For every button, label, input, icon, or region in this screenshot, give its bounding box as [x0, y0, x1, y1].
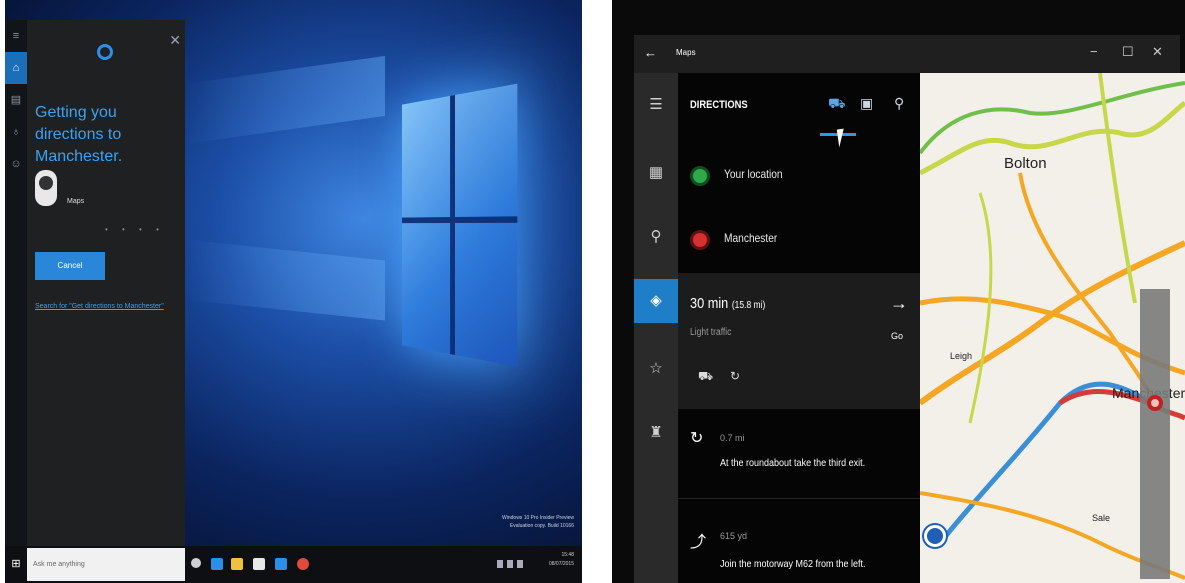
walk-mode-icon[interactable]: ⚲ [894, 95, 904, 112]
drive-mode-icon[interactable]: ⛟ [828, 95, 846, 114]
reminders-icon[interactable]: ♁ [5, 116, 27, 148]
windows-logo-light [401, 83, 518, 367]
route-option[interactable]: 30 min (15.8 mi) Light traffic → Go ⛟ ↻ [678, 273, 920, 409]
window-title: Maps [676, 48, 696, 57]
maps-taskbar-icon[interactable] [275, 558, 287, 570]
maps-app-label: Maps [67, 198, 85, 205]
destination-field[interactable]: Manchester [724, 231, 777, 245]
destination-map-pin-icon[interactable] [1147, 395, 1163, 411]
transit-mode-icon[interactable]: ▣ [860, 95, 873, 112]
maps-app-icon [35, 170, 57, 206]
store-icon[interactable] [253, 558, 265, 570]
start-location-field[interactable]: Your location [724, 167, 783, 181]
hamburger-menu-icon[interactable]: ☰ [634, 83, 678, 127]
directions-panel: DIRECTIONS ⛟ ▣ ⚲ Your location Mancheste… [678, 73, 920, 583]
light-beam [185, 239, 385, 321]
cortana-panel: ✕ Getting you directions to Manchester. … [27, 20, 185, 546]
search-input[interactable]: Ask me anything [27, 548, 185, 581]
mouse-cursor-icon [836, 128, 847, 148]
back-icon[interactable]: ← [644, 45, 657, 60]
close-button[interactable]: ✕ [1152, 44, 1163, 60]
progress-dots: • • • • [105, 225, 165, 234]
maximize-button[interactable]: ☐ [1122, 44, 1134, 60]
volume-icon[interactable] [507, 560, 513, 568]
step-instruction[interactable]: Join the motorway M62 from the left. [720, 559, 866, 570]
chrome-icon[interactable] [297, 558, 309, 570]
directions-heading: DIRECTIONS [690, 99, 748, 111]
car-icon: ⛟ [698, 369, 714, 383]
network-icon[interactable] [497, 560, 503, 568]
favorites-icon[interactable]: ☆ [634, 347, 678, 391]
desktop-screenshot: ≡ ⌂ ▤ ♁ ☺ ✕ Getting you directions to Ma… [5, 0, 582, 583]
search-icon[interactable]: ⚲ [634, 215, 678, 259]
map-label-leigh: Leigh [950, 351, 973, 361]
start-button[interactable]: ⊞ [5, 546, 27, 583]
notebook-icon[interactable]: ▤ [5, 84, 27, 116]
title-bar: ← Maps − ☐ ✕ [634, 35, 1180, 73]
destination-pin-icon [690, 230, 710, 250]
taskbar: ⊞ Ask me anything 15:48 08/07/2015 [5, 546, 582, 583]
map-label-bolton: Bolton [1004, 155, 1047, 172]
file-explorer-icon[interactable] [231, 558, 243, 570]
go-button[interactable]: Go [891, 331, 903, 341]
minimize-button[interactable]: − [1090, 44, 1098, 59]
desktop-watermark: Windows 10 Pro Insider Preview Evaluatio… [502, 515, 574, 529]
edge-icon[interactable] [211, 558, 223, 570]
cortana-rail: ≡ ⌂ ▤ ♁ ☺ [5, 20, 27, 546]
menu-icon[interactable]: ≡ [5, 20, 27, 52]
traffic-cam-icon[interactable]: ♜ [634, 411, 678, 455]
zoom-control[interactable] [1140, 289, 1170, 579]
merge-step-icon: ⤴ [690, 534, 707, 551]
go-arrow-icon[interactable]: → [890, 293, 908, 314]
close-icon[interactable]: ✕ [169, 32, 181, 49]
directions-icon[interactable]: ◈ [634, 279, 678, 323]
step-distance: 615 yd [720, 531, 748, 541]
feedback-icon[interactable]: ☺ [5, 148, 27, 180]
maps-screenshot: ← Maps − ☐ ✕ ☰ ▦ ⚲ ◈ ☆ ♜ DIRECTIONS ⛟ ▣ … [612, 0, 1185, 583]
cancel-button[interactable]: Cancel [35, 252, 105, 280]
step-divider [678, 498, 920, 499]
search-web-link[interactable]: Search for "Get directions to Manchester… [35, 303, 164, 310]
my-location-icon[interactable] [924, 525, 946, 547]
map-view[interactable]: Bolton Leigh Manchester Sale [920, 73, 1185, 583]
cortana-ring-icon [97, 44, 113, 60]
clock[interactable]: 15:48 08/07/2015 [549, 551, 574, 569]
cortana-heading: Getting you directions to Manchester. [35, 104, 123, 165]
roundabout-icon: ↻ [730, 369, 741, 383]
step-instruction[interactable]: At the roundabout take the third exit. [720, 458, 865, 469]
step-distance: 0.7 mi [720, 433, 745, 443]
home-icon[interactable]: ⌂ [5, 52, 27, 84]
traffic-status: Light traffic [690, 327, 732, 338]
battery-icon[interactable] [517, 560, 523, 568]
task-view-icon[interactable] [191, 558, 201, 568]
roundabout-step-icon: ↻ [690, 430, 704, 447]
map-label-sale: Sale [1092, 513, 1111, 523]
map-view-icon[interactable]: ▦ [634, 151, 678, 195]
nav-rail: ☰ ▦ ⚲ ◈ ☆ ♜ [634, 73, 678, 583]
light-beam [185, 55, 385, 145]
start-pin-icon [690, 166, 710, 186]
route-time: 30 min (15.8 mi) [690, 295, 766, 312]
